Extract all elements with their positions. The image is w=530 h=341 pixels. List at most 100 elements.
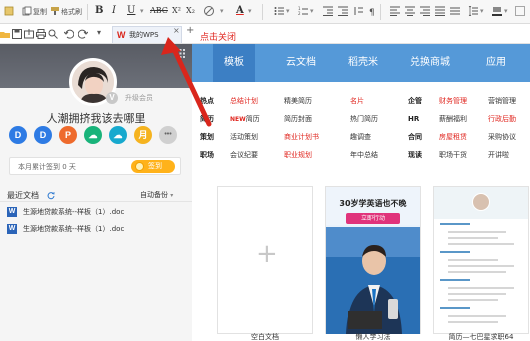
strikethrough-button[interactable]: ABC [150,4,168,18]
category-link[interactable]: 职场干货 [439,150,467,160]
category-text: 职业规划 [284,151,312,159]
template-card-learning[interactable]: 30岁学英语也不晚 立即行动 懒人学习法 [325,186,421,341]
tab-templates[interactable]: 模板 [213,44,255,82]
justify-icon[interactable] [435,6,445,16]
subscript-button[interactable]: X₂ [186,4,195,18]
borders-icon[interactable] [515,6,525,16]
category-heading: 策划 [200,132,214,142]
new-tab-icon[interactable]: + [186,25,194,36]
category-link[interactable]: 职业规划 [284,150,312,160]
category-text: 名片 [350,97,364,105]
copy-icon[interactable] [22,6,32,16]
copy-label[interactable]: 复制 [33,5,47,19]
apps-grid-icon[interactable] [176,49,185,58]
shading-dropdown-icon[interactable]: ▾ [504,4,508,18]
pdf-p-icon[interactable]: P [59,126,77,144]
font-color-button[interactable]: A [236,4,244,18]
undo-icon[interactable] [64,29,74,39]
category-link[interactable]: 热门简历 [350,114,378,124]
decrease-indent-icon[interactable] [323,6,333,16]
category-link[interactable]: 精美简历 [284,96,312,106]
bold-button[interactable]: B [95,4,103,18]
bullet-list-icon[interactable] [274,6,284,16]
category-text: 职场干货 [439,151,467,159]
category-link[interactable]: 营销管理 [488,96,516,106]
increase-indent-icon[interactable] [338,6,348,16]
tab-cloud-docs[interactable]: 云文档 [276,44,326,82]
save-icon[interactable] [12,29,22,39]
italic-button[interactable]: I [112,4,116,18]
distribute-icon[interactable] [450,6,460,16]
category-link[interactable]: 开讲啦 [488,150,509,160]
tab-my-wps[interactable]: W 我的WPS [112,26,182,43]
category-link[interactable]: 薪酬福利 [439,114,467,124]
shading-icon[interactable] [492,6,502,16]
superscript-button[interactable]: X² [172,4,181,18]
docer-d-icon[interactable]: D [9,126,27,144]
category-link[interactable]: 名片 [350,96,364,106]
format-painter-icon[interactable] [50,6,60,16]
tab-exchange-mall[interactable]: 兑换商城 [402,44,458,82]
docer-d2-icon[interactable]: D [34,126,52,144]
category-link[interactable]: 采购协议 [488,132,516,142]
clear-format-icon[interactable] [203,5,215,17]
category-link[interactable]: 会议纪要 [230,150,258,160]
category-link[interactable]: 行政后勤 [488,114,516,124]
upgrade-member-link[interactable]: 升级会员 [125,93,153,103]
top-nav: 模板 云文档 稻壳米 兑换商城 应用 [192,44,530,82]
category-text: 年中总结 [350,151,378,159]
file-name: 生源地贷款系统--样板（1）.doc [23,208,125,216]
promo-button: 立即行动 [346,213,400,224]
tab-apps[interactable]: 应用 [476,44,516,82]
resume-text-line [448,271,506,273]
category-link[interactable]: 总结计划 [230,96,258,106]
category-link[interactable]: 简历封面 [284,114,312,124]
align-right-icon[interactable] [420,6,430,16]
category-link[interactable]: 房屋租赁 [439,132,467,142]
category-link[interactable]: 趣调查 [350,132,371,142]
calendar-moon-icon[interactable]: 月 [134,126,152,144]
template-card-blank[interactable]: + 空白文档 [217,186,313,341]
show-marks-icon[interactable]: ¶ [368,6,378,16]
category-text: 活动策划 [230,133,258,141]
tab-close-icon[interactable]: × [173,26,180,35]
align-left-icon[interactable] [390,6,400,16]
align-center-icon[interactable] [405,6,415,16]
category-link[interactable]: 商业计划书 [284,132,319,142]
cloud-backup-icon[interactable]: ☁ [109,126,127,144]
line-spacing-icon[interactable] [468,6,478,16]
category-link[interactable]: NEW简历 [230,114,260,125]
category-link[interactable]: 财务管理 [439,96,467,106]
template-label: 简历—七巴星求职64 [448,333,514,341]
svg-text:¶: ¶ [369,8,375,16]
print-preview-icon[interactable] [48,29,58,39]
bullet-dropdown-icon[interactable]: ▾ [286,4,290,18]
template-card-resume[interactable]: 简历—七巴星求职64 [433,186,529,341]
quick-access-dropdown-icon[interactable]: ▾ [97,28,107,38]
underline-dropdown-icon[interactable]: ▾ [140,4,144,18]
sort-icon[interactable] [353,6,363,16]
print-icon[interactable] [36,29,46,39]
category-text: 趣调查 [350,133,371,141]
line-spacing-dropdown-icon[interactable]: ▾ [480,4,484,18]
category-link[interactable]: 年中总结 [350,150,378,160]
cloud-sync-icon[interactable]: ☁ [84,126,102,144]
more-icon[interactable]: ••• [159,126,177,144]
clear-format-dropdown-icon[interactable]: ▾ [220,4,224,18]
font-color-dropdown-icon[interactable]: ▾ [248,4,252,18]
category-link[interactable]: 活动策划 [230,132,258,142]
open-folder-icon[interactable] [0,29,10,39]
tab-docer-rice[interactable]: 稻壳米 [338,44,388,82]
category-heading: HR [408,114,419,124]
refresh-icon[interactable] [47,192,55,200]
underline-button[interactable]: U [127,4,135,18]
redo-icon[interactable] [78,29,88,39]
sign-in-button[interactable]: 签到 [131,160,175,173]
auto-backup-dropdown[interactable]: 自动备份 ▾ [140,190,173,200]
numbered-dropdown-icon[interactable]: ▾ [310,4,314,18]
resume-photo [472,193,490,211]
export-icon[interactable] [24,29,34,39]
resume-thumbnail [433,186,529,334]
numbered-list-icon[interactable]: 12 [298,6,308,16]
format-painter-label[interactable]: 格式刷 [61,5,82,19]
